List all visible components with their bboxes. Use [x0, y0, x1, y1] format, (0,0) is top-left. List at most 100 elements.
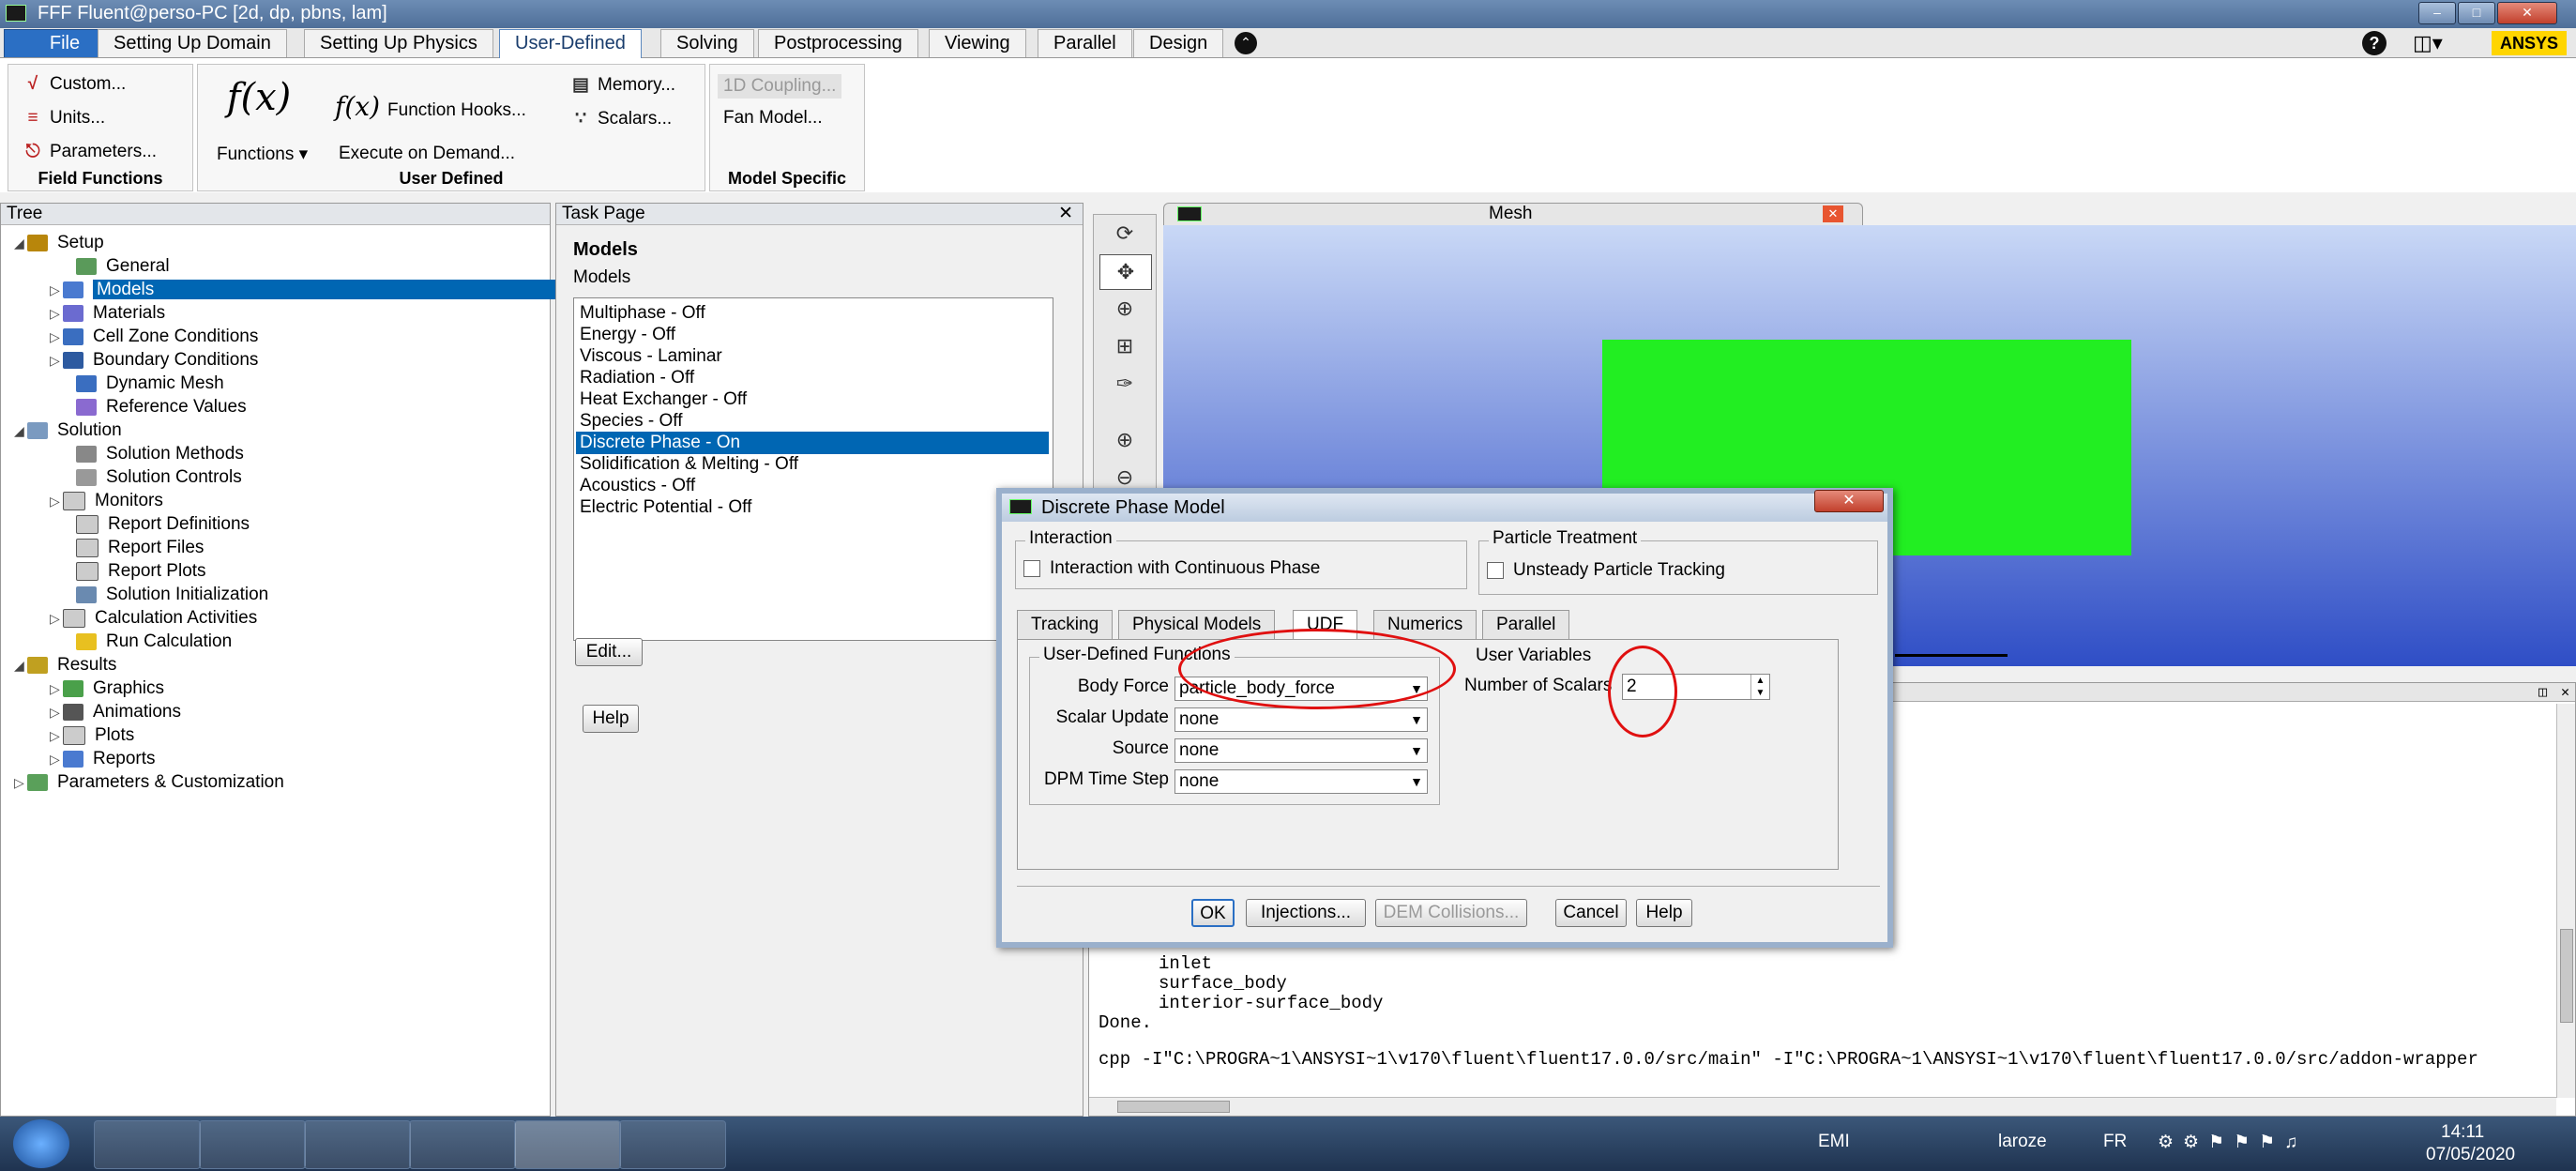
help-icon[interactable]: ?	[2362, 31, 2387, 55]
dpm-time-step-select[interactable]: none ▼	[1174, 769, 1428, 794]
start-button-icon[interactable]	[13, 1119, 69, 1168]
tree-item-setup[interactable]: ◢ Setup	[14, 232, 104, 254]
close-console-icon[interactable]: ✕	[2561, 683, 2569, 701]
tray-icons[interactable]: ⚙⚙⚑⚑⚑♫	[2158, 1132, 2307, 1153]
dialog-help-button[interactable]: Help	[1636, 899, 1692, 927]
list-item[interactable]: Species - Off	[576, 410, 1049, 433]
tree-item-dynamic-mesh[interactable]: Dynamic Mesh	[76, 373, 224, 395]
checkbox-box[interactable]	[1487, 561, 1504, 579]
pan-icon[interactable]: ✥	[1099, 254, 1152, 290]
close-task-page-icon[interactable]: ✕	[1058, 204, 1073, 224]
close-mesh-icon[interactable]: ✕	[1823, 205, 1843, 222]
tree-item-report-files[interactable]: Report Files	[76, 537, 204, 559]
tree-item-calculation-activities[interactable]: ▷ Calculation Activities	[50, 607, 257, 630]
scalars-button[interactable]: ∵ Scalars...	[569, 108, 672, 129]
tree-item-results[interactable]: ◢ Results	[14, 654, 116, 677]
console-hscroll-thumb[interactable]	[1117, 1101, 1230, 1113]
tree-item-animations[interactable]: ▷ Animations	[50, 701, 181, 723]
scalar-update-select[interactable]: none ▼	[1174, 707, 1428, 732]
graphics-tab-mesh[interactable]: Mesh ✕	[1163, 203, 1863, 225]
rotate-icon[interactable]: ⟳	[1099, 217, 1150, 251]
paint-taskbar-icon[interactable]	[619, 1120, 726, 1169]
scalars-spinner[interactable]: ▲ ▼	[1750, 675, 1769, 699]
console-vertical-scrollbar[interactable]	[2556, 704, 2575, 1098]
list-item[interactable]: Electric Potential - Off	[576, 496, 1049, 519]
clock-date[interactable]: 07/05/2020	[2426, 1145, 2515, 1165]
tree-item-plots[interactable]: ▷ Plots	[50, 724, 134, 747]
interaction-checkbox[interactable]: Interaction with Continuous Phase	[1023, 558, 1320, 579]
books-taskbar-icon[interactable]	[304, 1120, 411, 1169]
minimize-button[interactable]: –	[2418, 2, 2456, 24]
tree-item-solution[interactable]: ◢ Solution	[14, 419, 122, 442]
list-item[interactable]: Acoustics - Off	[576, 475, 1049, 497]
console-horizontal-scrollbar[interactable]	[1089, 1097, 2556, 1116]
tree-item-general[interactable]: General	[76, 255, 170, 278]
fluent-taskbar-icon[interactable]	[514, 1120, 621, 1169]
fit-to-window-icon[interactable]: ⊕	[1099, 423, 1150, 457]
tree-item-materials[interactable]: ▷ Materials	[50, 302, 165, 325]
console-scroll-thumb[interactable]	[2560, 929, 2573, 1023]
notes-taskbar-icon[interactable]	[199, 1120, 306, 1169]
list-item[interactable]: Energy - Off	[576, 324, 1049, 346]
tab-user-defined[interactable]: User-Defined	[499, 29, 642, 59]
units-button[interactable]: ≡ Units...	[22, 108, 105, 129]
tree-item-report-definitions[interactable]: Report Definitions	[76, 513, 250, 536]
tree-item-report-plots[interactable]: Report Plots	[76, 560, 206, 583]
tab-design[interactable]: Design	[1133, 29, 1224, 57]
tree-item-reports[interactable]: ▷ Reports	[50, 748, 156, 770]
execute-on-demand-button[interactable]: Execute on Demand...	[339, 144, 515, 164]
ok-button[interactable]: OK	[1191, 899, 1235, 927]
tab-setting-up-physics[interactable]: Setting Up Physics	[304, 29, 493, 57]
tree-item-parameters-customization[interactable]: ▷ Parameters & Customization	[14, 771, 284, 794]
checkbox-box[interactable]	[1023, 559, 1040, 577]
fan-model-button[interactable]: Fan Model...	[723, 108, 823, 129]
tree-item-cell-zone-conditions[interactable]: ▷ Cell Zone Conditions	[50, 326, 258, 348]
word-taskbar-icon[interactable]	[409, 1120, 516, 1169]
tree-item-reference-values[interactable]: Reference Values	[76, 396, 247, 418]
custom-button[interactable]: √ Custom...	[22, 74, 127, 95]
list-item-selected[interactable]: Discrete Phase - On	[576, 432, 1049, 454]
tree-item-solution-methods[interactable]: Solution Methods	[76, 443, 244, 465]
list-item[interactable]: Multiphase - Off	[576, 302, 1049, 325]
tree-item-solution-controls[interactable]: Solution Controls	[76, 466, 242, 489]
tree-item-models[interactable]: ▷ Models	[50, 279, 568, 301]
cancel-button[interactable]: Cancel	[1555, 899, 1627, 927]
collapse-ribbon-icon[interactable]: ⌃	[1235, 32, 1257, 54]
zoom-box-icon[interactable]: ⊞	[1099, 329, 1150, 363]
models-list[interactable]: Multiphase - Off Energy - Off Viscous - …	[573, 297, 1053, 641]
layout-icon[interactable]: ◫▾	[2413, 31, 2443, 55]
tree-item-graphics[interactable]: ▷ Graphics	[50, 677, 164, 700]
tab-solving[interactable]: Solving	[660, 29, 754, 57]
memory-button[interactable]: ▤ Memory...	[569, 74, 675, 96]
tab-tracking[interactable]: Tracking	[1017, 610, 1114, 640]
keyboard-locale[interactable]: FR	[2103, 1132, 2127, 1152]
injections-button[interactable]: Injections...	[1246, 899, 1366, 927]
maximize-button[interactable]: □	[2458, 2, 2495, 24]
close-window-button[interactable]: ✕	[2497, 2, 2557, 24]
tab-parallel[interactable]: Parallel	[1038, 29, 1132, 57]
tree-item-solution-initialization[interactable]: Solution Initialization	[76, 584, 268, 606]
tree-item-boundary-conditions[interactable]: ▷ Boundary Conditions	[50, 349, 258, 372]
source-select[interactable]: none ▼	[1174, 738, 1428, 763]
close-dialog-button[interactable]: ✕	[1814, 490, 1884, 512]
tab-setting-up-domain[interactable]: Setting Up Domain	[98, 29, 287, 57]
input-language[interactable]: EMI	[1818, 1132, 1850, 1152]
probe-icon[interactable]: ✑	[1099, 367, 1150, 401]
tab-viewing[interactable]: Viewing	[929, 29, 1026, 57]
list-item[interactable]: Radiation - Off	[576, 367, 1049, 389]
clock-time[interactable]: 14:11	[2441, 1122, 2484, 1143]
function-hooks-button[interactable]: f(x) Function Hooks...	[335, 91, 526, 122]
list-item[interactable]: Viscous - Laminar	[576, 345, 1049, 368]
task-help-button[interactable]: Help	[583, 705, 639, 733]
unsteady-tracking-checkbox[interactable]: Unsteady Particle Tracking	[1487, 560, 1725, 581]
tree-item-monitors[interactable]: ▷ Monitors	[50, 490, 163, 512]
float-console-icon[interactable]: ◫	[2538, 683, 2547, 701]
tree-item-run-calculation[interactable]: Run Calculation	[76, 631, 232, 653]
list-item[interactable]: Solidification & Melting - Off	[576, 453, 1049, 476]
explorer-taskbar-icon[interactable]	[94, 1120, 201, 1169]
tab-postprocessing[interactable]: Postprocessing	[758, 29, 918, 57]
list-item[interactable]: Heat Exchanger - Off	[576, 388, 1049, 411]
zoom-in-icon[interactable]: ⊕	[1099, 292, 1150, 326]
edit-button[interactable]: Edit...	[575, 638, 643, 666]
functions-button[interactable]: Functions ▾	[217, 144, 308, 165]
